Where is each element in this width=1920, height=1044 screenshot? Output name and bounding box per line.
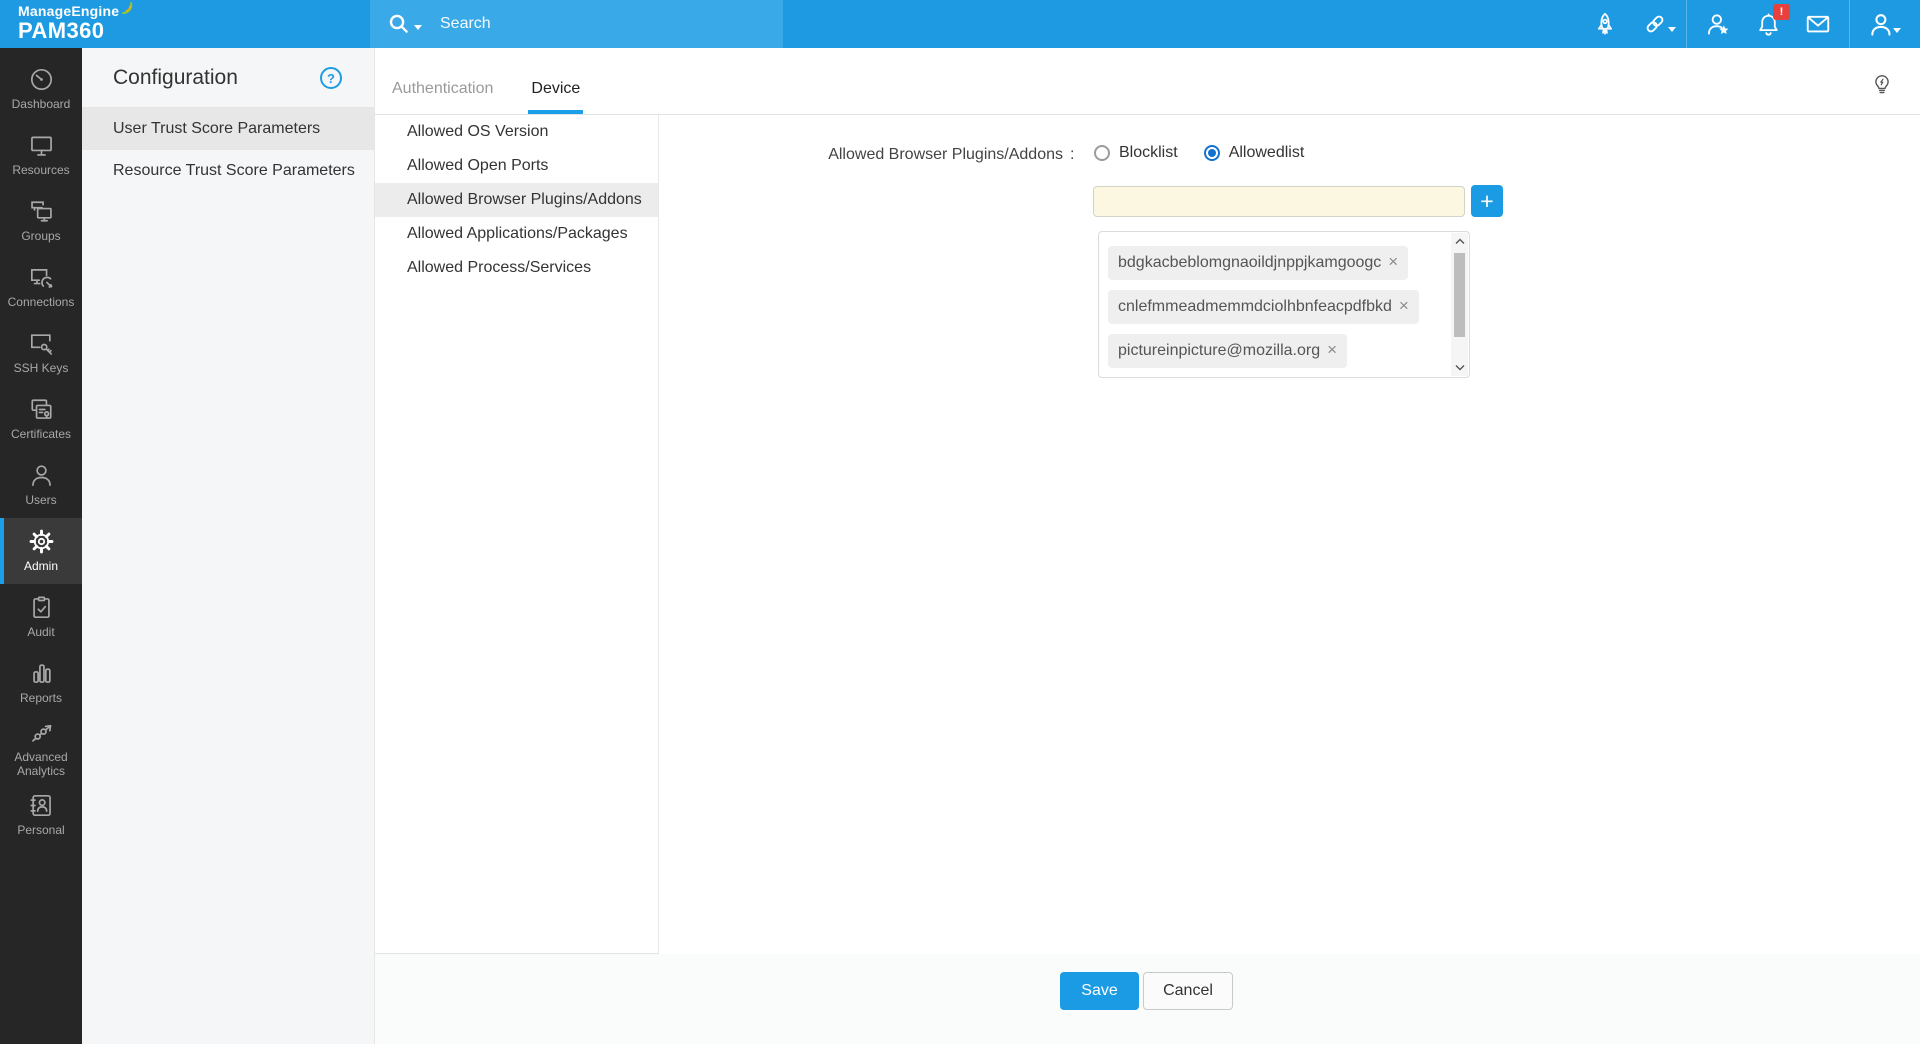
bell-icon[interactable]: ! (1753, 0, 1783, 48)
sidebar-item-connections[interactable]: Connections (0, 254, 82, 320)
reports-icon (28, 660, 55, 687)
device-submenu: Allowed OS Version Allowed Open Ports Al… (375, 115, 659, 954)
users-icon (28, 462, 55, 489)
brand-line1: ManageEngine (18, 3, 119, 19)
action-footer: Save Cancel (375, 954, 1920, 1044)
topbar-divider (1849, 0, 1850, 48)
sidebar-item-ssh-keys[interactable]: SSH Keys (0, 320, 82, 386)
field-label: Allowed Browser Plugins/Addons (659, 146, 1063, 164)
resources-icon (28, 132, 55, 159)
cancel-button[interactable]: Cancel (1143, 972, 1233, 1010)
add-plugin-button[interactable]: + (1471, 185, 1503, 217)
link-caret-icon (1668, 27, 1676, 32)
scrollbar-thumb[interactable] (1454, 253, 1465, 337)
scroll-up-icon[interactable] (1451, 233, 1468, 250)
topbar-icons: ! (1580, 0, 1920, 48)
plugin-tag: pictureinpicture@mozilla.org× (1108, 334, 1347, 368)
global-search-bar (370, 0, 783, 48)
radio-circle-icon (1094, 145, 1110, 161)
panel-title: Configuration (113, 66, 238, 90)
tab-device[interactable]: Device (528, 80, 583, 114)
topbar-divider (1686, 0, 1687, 48)
user-star-icon[interactable] (1703, 0, 1733, 48)
sidebar-item-users[interactable]: Users (0, 452, 82, 518)
list-type-radio-group: Blocklist Allowedlist (1094, 144, 1304, 162)
configuration-panel: Configuration ? User Trust Score Paramet… (82, 48, 375, 1044)
sidebar-item-groups[interactable]: Groups (0, 188, 82, 254)
user-menu-icon[interactable] (1866, 0, 1896, 48)
configuration-header: Configuration ? (82, 48, 374, 108)
plugin-tags: bdgkacbeblomgnaoildjnppjkamgoogc× cnlefm… (1099, 232, 1451, 377)
notification-badge: ! (1773, 4, 1790, 20)
remove-tag-icon[interactable]: × (1399, 296, 1409, 315)
certificates-icon (28, 396, 55, 423)
brand-swoosh-icon (120, 1, 134, 15)
radio-allowedlist[interactable]: Allowedlist (1204, 144, 1305, 162)
radio-blocklist[interactable]: Blocklist (1094, 144, 1178, 162)
submenu-item-allowed-applications[interactable]: Allowed Applications/Packages (375, 217, 658, 251)
sidebar-item-personal[interactable]: Personal (0, 782, 82, 848)
main-sidebar: Dashboard Resources Groups Connections S… (0, 48, 82, 1044)
admin-icon (28, 528, 55, 555)
sidebar-item-certificates[interactable]: Certificates (0, 386, 82, 452)
plugin-tag-list: bdgkacbeblomgnaoildjnppjkamgoogc× cnlefm… (1098, 231, 1470, 378)
scroll-down-icon[interactable] (1451, 359, 1468, 376)
search-input[interactable] (440, 15, 740, 33)
plugin-tag: cnlefmmeadmemmdciolhbnfeacpdfbkd× (1108, 290, 1419, 324)
connections-icon (28, 264, 55, 291)
submenu-item-allowed-open-ports[interactable]: Allowed Open Ports (375, 149, 658, 183)
config-item-resource-trust-score[interactable]: Resource Trust Score Parameters (82, 150, 374, 192)
advanced-analytics-icon (28, 719, 55, 746)
audit-icon (28, 594, 55, 621)
brand-logo[interactable]: ManageEngine PAM360 (18, 4, 119, 42)
field-separator: : (1070, 146, 1074, 164)
search-icon[interactable] (386, 11, 422, 37)
scrollbar[interactable] (1451, 233, 1468, 376)
submenu-item-allowed-browser-plugins[interactable]: Allowed Browser Plugins/Addons (375, 183, 658, 217)
ssh-keys-icon (28, 330, 55, 357)
submenu-item-allowed-process-services[interactable]: Allowed Process/Services (375, 251, 658, 285)
remove-tag-icon[interactable]: × (1388, 252, 1398, 271)
help-icon[interactable]: ? (320, 67, 342, 89)
sidebar-item-admin[interactable]: Admin (0, 518, 82, 584)
radio-circle-checked-icon (1204, 145, 1220, 161)
plugin-tag: bdgkacbeblomgnaoildjnppjkamgoogc× (1108, 246, 1408, 280)
plugin-entry-input[interactable] (1093, 186, 1465, 217)
personal-icon (28, 792, 55, 819)
tab-authentication[interactable]: Authentication (389, 80, 496, 114)
user-menu-caret-icon (1893, 28, 1901, 33)
groups-icon (28, 198, 55, 225)
submenu-item-allowed-os-version[interactable]: Allowed OS Version (375, 115, 658, 149)
search-scope-caret-icon (414, 25, 422, 30)
sidebar-item-resources[interactable]: Resources (0, 122, 82, 188)
sidebar-item-reports[interactable]: Reports (0, 650, 82, 716)
top-bar: ManageEngine PAM360 ! (0, 0, 1920, 48)
mail-icon[interactable] (1803, 0, 1833, 48)
config-item-user-trust-score[interactable]: User Trust Score Parameters (82, 108, 374, 150)
lightbulb-icon[interactable] (1870, 73, 1894, 114)
rocket-icon[interactable] (1590, 0, 1620, 48)
help-glyph: ? (327, 71, 335, 86)
sidebar-item-dashboard[interactable]: Dashboard (0, 56, 82, 122)
remove-tag-icon[interactable]: × (1327, 340, 1337, 359)
sidebar-item-audit[interactable]: Audit (0, 584, 82, 650)
sidebar-item-advanced-analytics[interactable]: Advanced Analytics (0, 716, 82, 782)
dashboard-icon (28, 66, 55, 93)
pam360-app: ManageEngine PAM360 ! (0, 0, 1920, 1044)
link-icon[interactable] (1640, 0, 1670, 48)
content-header: Authentication Device (375, 48, 1920, 115)
save-button[interactable]: Save (1060, 972, 1139, 1010)
brand-line2: PAM360 (18, 19, 119, 42)
